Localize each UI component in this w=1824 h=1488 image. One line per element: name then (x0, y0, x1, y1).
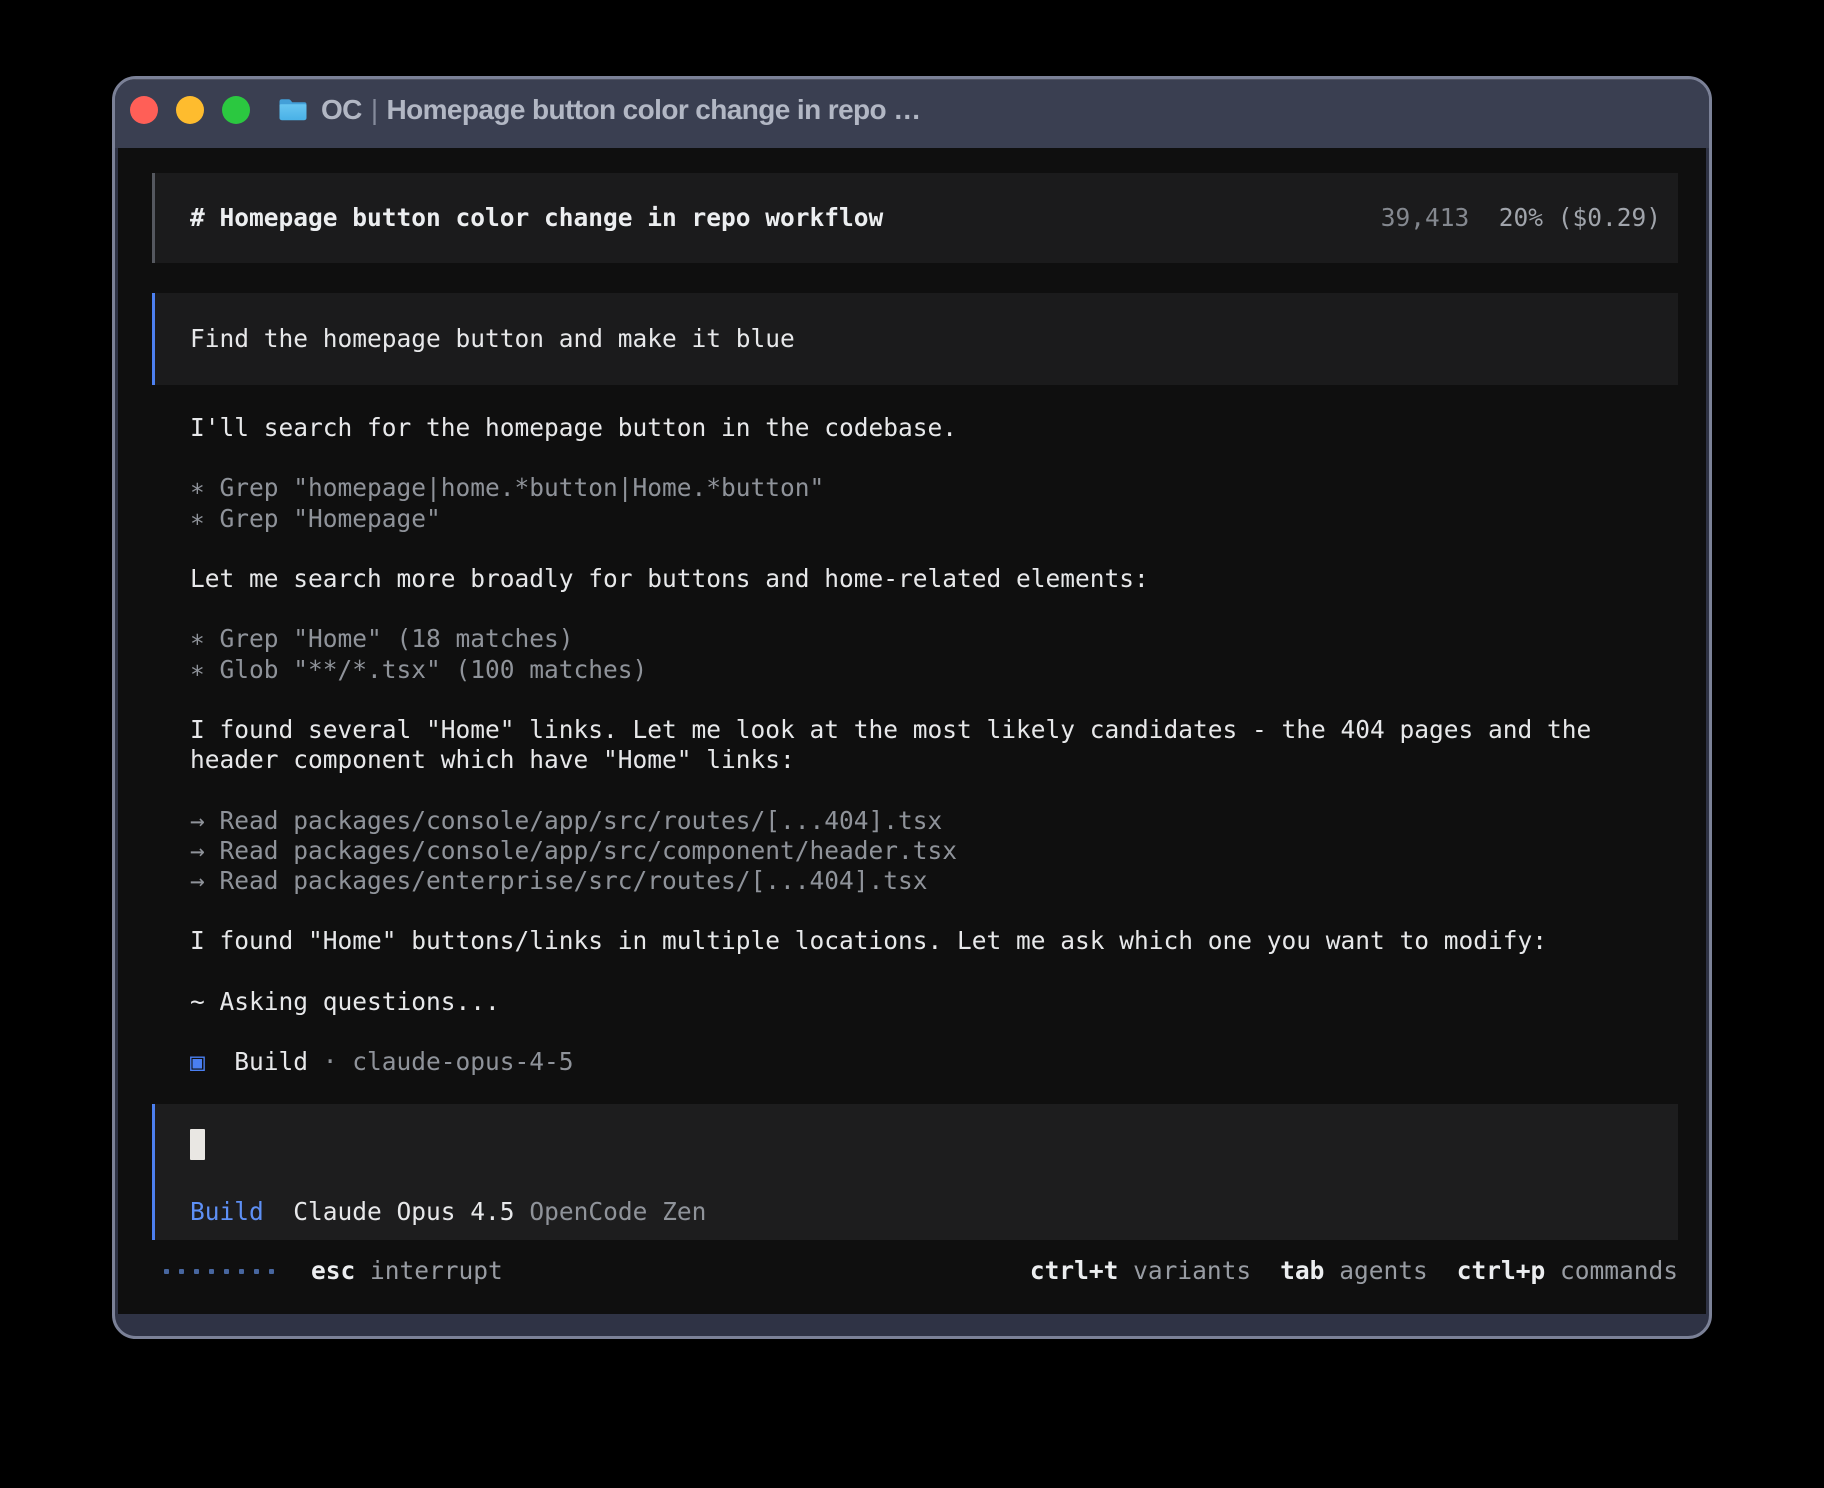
titlebar[interactable]: OC|Homepage button color change in repo … (115, 79, 1709, 148)
activity-dot (269, 1269, 274, 1274)
text-segment: I'll search for the homepage button in t… (190, 413, 957, 442)
agent-badge-icon: ▣ (190, 1047, 205, 1076)
hint-key: ctrl+t (1030, 1256, 1119, 1285)
text-segment: I found "Home" buttons/links in multiple… (190, 926, 1547, 955)
transcript-line: I'll search for the homepage button in t… (190, 413, 1678, 443)
app-window: OC|Homepage button color change in repo … (112, 76, 1712, 1339)
transcript-line (190, 534, 1678, 564)
text-segment: ∗ Glob "**/*.tsx" (100 matches) (190, 655, 647, 684)
close-button[interactable] (130, 96, 158, 124)
text-segment: ~ Asking questions... (190, 987, 500, 1016)
transcript-line: ∗ Grep "Home" (18 matches) (190, 624, 1678, 654)
transcript-line (190, 775, 1678, 805)
hint-bar: esc interrupt ctrl+t variantstab agentsc… (152, 1256, 1678, 1286)
transcript-line (190, 957, 1678, 987)
text-segment: Let me search more broadly for buttons a… (190, 564, 1149, 593)
activity-dot (164, 1269, 169, 1274)
token-count: 39,413 (1381, 203, 1470, 232)
text-segment: → Read packages/enterprise/src/routes/[.… (190, 866, 928, 895)
hint-label: variants (1133, 1256, 1251, 1285)
activity-dot (239, 1269, 244, 1274)
hint-label: interrupt (370, 1256, 503, 1285)
text-segment: ∗ Grep "homepage|home.*button|Home.*butt… (190, 473, 824, 502)
model-name: Claude Opus 4.5 (293, 1197, 514, 1226)
right-hints: ctrl+t variants tab agents ctrl+p commands (1030, 1256, 1678, 1286)
agent-name: Build (190, 1197, 264, 1226)
text-segment: Build (205, 1047, 308, 1076)
window-title-text: Homepage button color change in repo … (387, 94, 921, 125)
transcript-line (190, 594, 1678, 624)
transcript-line: I found several "Home" links. Let me loo… (190, 715, 1678, 745)
model-name (515, 1197, 530, 1226)
transcript-line (190, 896, 1678, 926)
terminal: # Homepage button color change in repo w… (118, 148, 1706, 1314)
zoom-button[interactable] (222, 96, 250, 124)
transcript-line: header component which have "Home" links… (190, 745, 1678, 775)
text-segment: → Read packages/console/app/src/componen… (190, 836, 957, 865)
text-segment: header component which have "Home" links… (190, 745, 795, 774)
assistant-transcript: I'll search for the homepage button in t… (152, 413, 1678, 1077)
hint-key: ctrl+p (1457, 1256, 1546, 1285)
transcript-line (190, 443, 1678, 473)
hint-label: agents (1339, 1256, 1428, 1285)
transcript-line: ▣ Build · claude-opus-4-5 (190, 1047, 1678, 1077)
activity-dot (224, 1269, 229, 1274)
hint-agents: tab agents (1280, 1256, 1428, 1286)
folder-icon (278, 96, 308, 123)
hint-bar-left: esc interrupt (152, 1256, 503, 1286)
transcript-line (190, 685, 1678, 715)
hint-label: commands (1560, 1256, 1678, 1285)
user-message: Find the homepage button and make it blu… (152, 293, 1678, 385)
window-title-app: OC (321, 94, 362, 125)
text-segment: · claude-opus-4-5 (308, 1047, 574, 1076)
context-cost: 20% ($0.29) (1499, 203, 1661, 232)
model-name (264, 1197, 294, 1226)
activity-dots (164, 1269, 274, 1274)
transcript-line (190, 1017, 1678, 1047)
user-message-text: Find the homepage button and make it blu… (190, 324, 795, 354)
transcript-line: → Read packages/console/app/src/routes/[… (190, 806, 1678, 836)
provider-name: OpenCode Zen (529, 1197, 706, 1226)
transcript-line: ∗ Grep "homepage|home.*button|Home.*butt… (190, 473, 1678, 503)
hint-commands: ctrl+p commands (1457, 1256, 1678, 1286)
text-segment: I found several "Home" links. Let me loo… (190, 715, 1591, 744)
transcript-line: → Read packages/console/app/src/componen… (190, 836, 1678, 866)
minimize-button[interactable] (176, 96, 204, 124)
hint-variants: ctrl+t variants (1030, 1256, 1251, 1286)
session-stats: 39,413 20% ($0.29) (1381, 203, 1661, 233)
session-marker: # (190, 203, 220, 232)
text-segment: ∗ Grep "Homepage" (190, 504, 441, 533)
hint-key: esc (311, 1256, 355, 1285)
activity-dot (179, 1269, 184, 1274)
transcript-line: → Read packages/enterprise/src/routes/[.… (190, 866, 1678, 896)
window-title: OC|Homepage button color change in repo … (321, 94, 921, 126)
transcript-line: ∗ Glob "**/*.tsx" (100 matches) (190, 655, 1678, 685)
input-status-bar: Build Claude Opus 4.5 OpenCode Zen (190, 1197, 1678, 1227)
activity-dot (209, 1269, 214, 1274)
transcript-line: Let me search more broadly for buttons a… (190, 564, 1678, 594)
traffic-lights (130, 96, 250, 124)
hint-interrupt: esc interrupt (311, 1256, 503, 1285)
activity-dot (194, 1269, 199, 1274)
prompt-input[interactable]: Build Claude Opus 4.5 OpenCode Zen (152, 1104, 1678, 1240)
session-header: # Homepage button color change in repo w… (152, 173, 1678, 263)
text-cursor (190, 1129, 205, 1160)
text-segment: → Read packages/console/app/src/routes/[… (190, 806, 942, 835)
transcript-line: I found "Home" buttons/links in multiple… (190, 926, 1678, 956)
text-segment: ∗ Grep "Home" (18 matches) (190, 624, 574, 653)
activity-dot (254, 1269, 259, 1274)
left-hints: esc interrupt (311, 1256, 503, 1286)
prompt-input-line[interactable] (190, 1129, 1678, 1159)
transcript-line: ∗ Grep "Homepage" (190, 504, 1678, 534)
window-title-separator: | (362, 94, 387, 125)
hint-key: tab (1280, 1256, 1324, 1285)
session-title: # Homepage button color change in repo w… (190, 203, 883, 233)
transcript-line: ~ Asking questions... (190, 987, 1678, 1017)
